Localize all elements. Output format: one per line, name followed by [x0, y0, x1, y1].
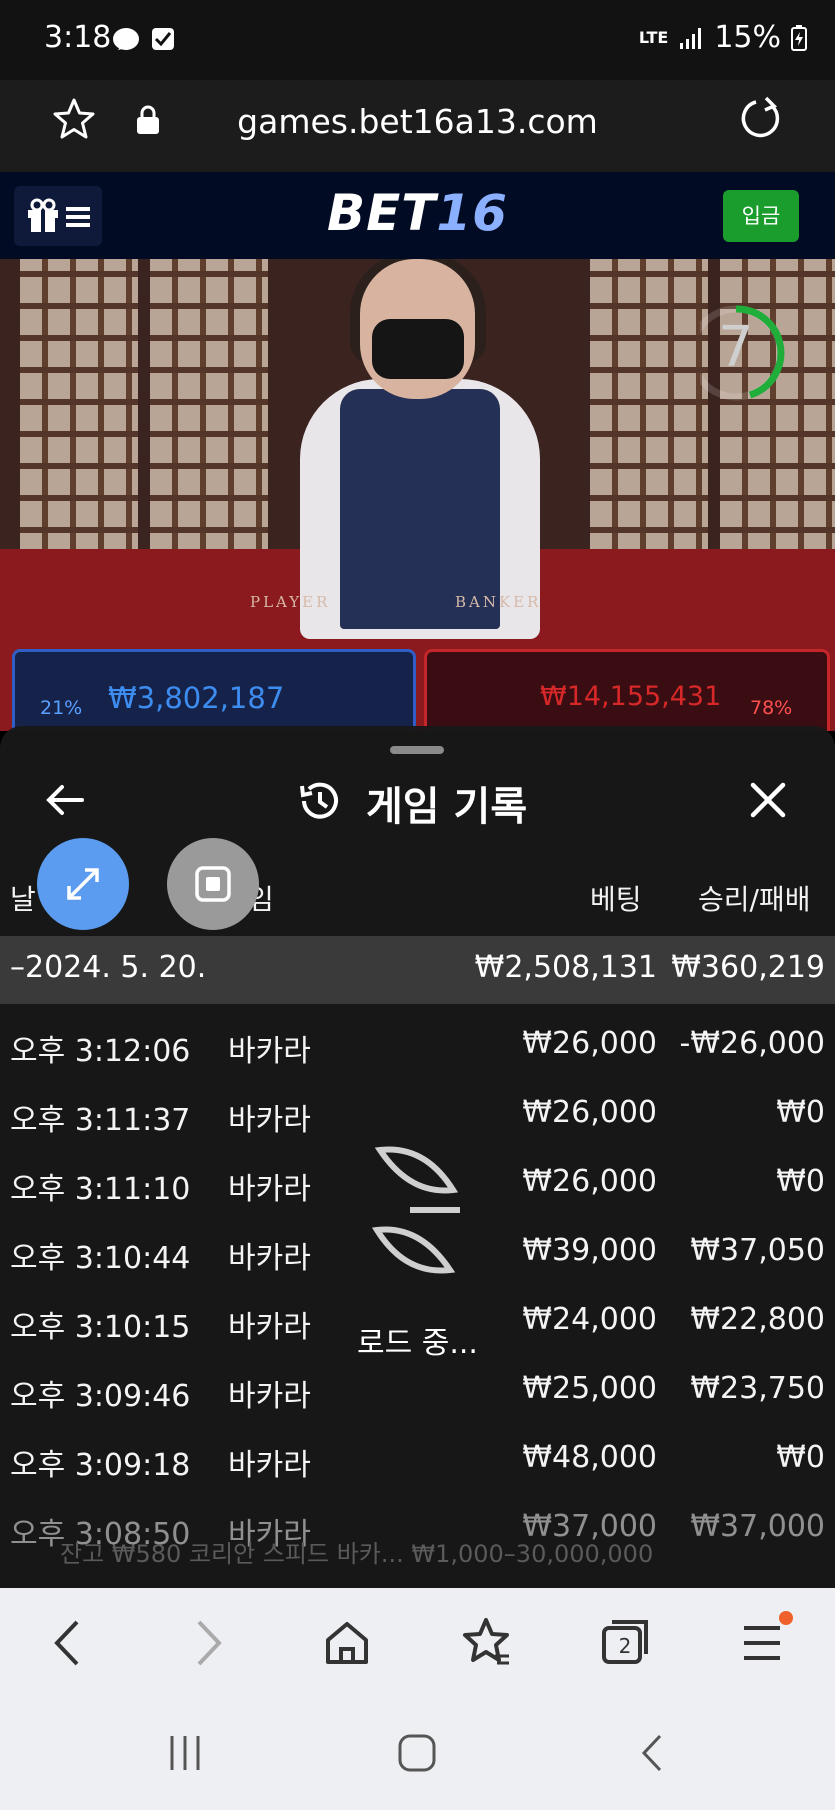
row-win-loss: -₩26,000	[679, 1026, 825, 1061]
row-time: 오후 3:12:06	[10, 1034, 191, 1069]
sheet-title: 게임 기록	[366, 784, 528, 830]
row-time: 오후 3:11:10	[10, 1172, 191, 1207]
column-header-win-loss: 승리/패배	[698, 883, 811, 916]
row-win-loss: ₩0	[776, 1095, 825, 1130]
sheet-grabber[interactable]	[390, 746, 444, 754]
tabs-button[interactable]: 2	[590, 1608, 660, 1678]
row-win-loss: ₩0	[776, 1440, 825, 1475]
site-header: BET16 입금	[0, 172, 835, 259]
summary-bet: ₩2,508,131	[474, 950, 657, 985]
row-time: 오후 3:09:46	[10, 1379, 191, 1414]
notification-icons	[113, 28, 174, 50]
row-game: 바카라	[228, 1241, 311, 1276]
row-win-loss: ₩37,050	[690, 1233, 825, 1268]
back-nav-icon[interactable]	[628, 1728, 678, 1778]
system-navigation-bar	[0, 1698, 835, 1810]
column-header-bet: 베팅	[590, 883, 642, 916]
back-arrow-icon[interactable]	[42, 776, 90, 824]
battery-charging-icon	[791, 24, 807, 51]
column-header-date: 날	[10, 883, 36, 916]
loading-text: 로드 중...	[357, 1326, 478, 1361]
expand-icon	[67, 868, 99, 900]
status-time: 3:18	[44, 20, 112, 55]
battery-percent: 15%	[714, 20, 781, 55]
close-icon[interactable]	[744, 776, 792, 824]
row-bet: ₩26,000	[522, 1095, 657, 1130]
browser-url-bar: games.bet16a13.com	[0, 80, 835, 172]
fullscreen-button[interactable]	[37, 838, 129, 930]
history-icon	[300, 782, 338, 819]
status-bar: 3:18 LTE 15%	[0, 0, 835, 80]
live-video-stream: PLAYER BANKER 7 21% ₩3,802,187 ₩14,155,4…	[0, 259, 835, 731]
site-logo[interactable]: BET16	[0, 184, 835, 242]
back-icon[interactable]	[33, 1608, 103, 1678]
decorative-screen	[150, 259, 268, 559]
summary-win-loss: ₩360,219	[671, 950, 825, 985]
row-win-loss: ₩22,800	[690, 1302, 825, 1337]
history-row[interactable]: 오후 3:12:06 바카라 ₩26,000 -₩26,000	[0, 1012, 835, 1081]
picture-in-picture-button[interactable]	[167, 838, 259, 930]
status-right: LTE 15%	[639, 20, 807, 55]
browser-toolbar: 2	[0, 1588, 835, 1698]
row-game: 바카라	[228, 1310, 311, 1345]
history-row[interactable]: 오후 3:09:18 바카라 ₩48,000 ₩0	[0, 1426, 835, 1495]
row-bet: ₩26,000	[522, 1026, 657, 1061]
row-win-loss: ₩23,750	[690, 1371, 825, 1406]
countdown-timer: 7	[718, 315, 754, 380]
row-game: 바카라	[228, 1379, 311, 1414]
banker-amount: ₩14,155,431	[540, 681, 722, 712]
deposit-button[interactable]: 입금	[723, 190, 799, 242]
menu-icon[interactable]	[730, 1608, 800, 1678]
player-percent: 21%	[40, 697, 83, 719]
network-label: LTE	[638, 28, 669, 47]
home-icon[interactable]	[312, 1608, 382, 1678]
table-label-player: PLAYER	[250, 593, 331, 611]
bookmarks-icon[interactable]	[451, 1608, 521, 1678]
row-game: 바카라	[228, 1172, 311, 1207]
home-nav-icon[interactable]	[392, 1728, 442, 1778]
summary-date: –2024. 5. 20.	[10, 950, 207, 985]
row-time: 오후 3:11:37	[10, 1103, 191, 1138]
row-time: 오후 3:10:44	[10, 1241, 191, 1276]
row-game: 바카라	[228, 1448, 311, 1483]
player-amount: ₩3,802,187	[108, 681, 285, 715]
signal-icon	[680, 27, 702, 49]
background-footer-text: 잔고 ₩580 코리안 스피드 바카... ₩1,000–30,000,000	[0, 1530, 835, 1570]
reload-icon[interactable]	[736, 94, 786, 144]
decorative-screen	[20, 259, 138, 559]
row-win-loss: ₩0	[776, 1164, 825, 1199]
url-text[interactable]: games.bet16a13.com	[0, 102, 835, 141]
loading-spinner-icon	[371, 1146, 460, 1274]
row-time: 오후 3:10:15	[10, 1310, 191, 1345]
stop-square-icon	[195, 866, 231, 902]
logo-part-16: 16	[436, 184, 508, 242]
history-row[interactable]: 오후 3:09:46 바카라 ₩25,000 ₩23,750	[0, 1357, 835, 1426]
tabs-count: 2	[618, 1634, 632, 1658]
row-bet: ₩25,000	[522, 1371, 657, 1406]
decorative-screen	[590, 259, 708, 559]
row-bet: ₩48,000	[522, 1440, 657, 1475]
dealer-mask	[372, 319, 464, 379]
table-label-banker: BANKER	[455, 593, 542, 611]
recent-apps-icon[interactable]	[160, 1728, 210, 1778]
banker-percent: 78%	[750, 697, 793, 719]
date-summary-row[interactable]: –2024. 5. 20. ₩2,508,131 ₩360,219	[0, 936, 835, 1004]
row-game: 바카라	[228, 1103, 311, 1138]
row-time: 오후 3:09:18	[10, 1448, 191, 1483]
row-game: 바카라	[228, 1034, 311, 1069]
logo-part-bet: BET	[327, 184, 437, 242]
background-footer: 잔고 ₩580 코리안 스피드 바카... ₩1,000–30,000,000	[60, 1540, 654, 1568]
forward-icon[interactable]	[173, 1608, 243, 1678]
